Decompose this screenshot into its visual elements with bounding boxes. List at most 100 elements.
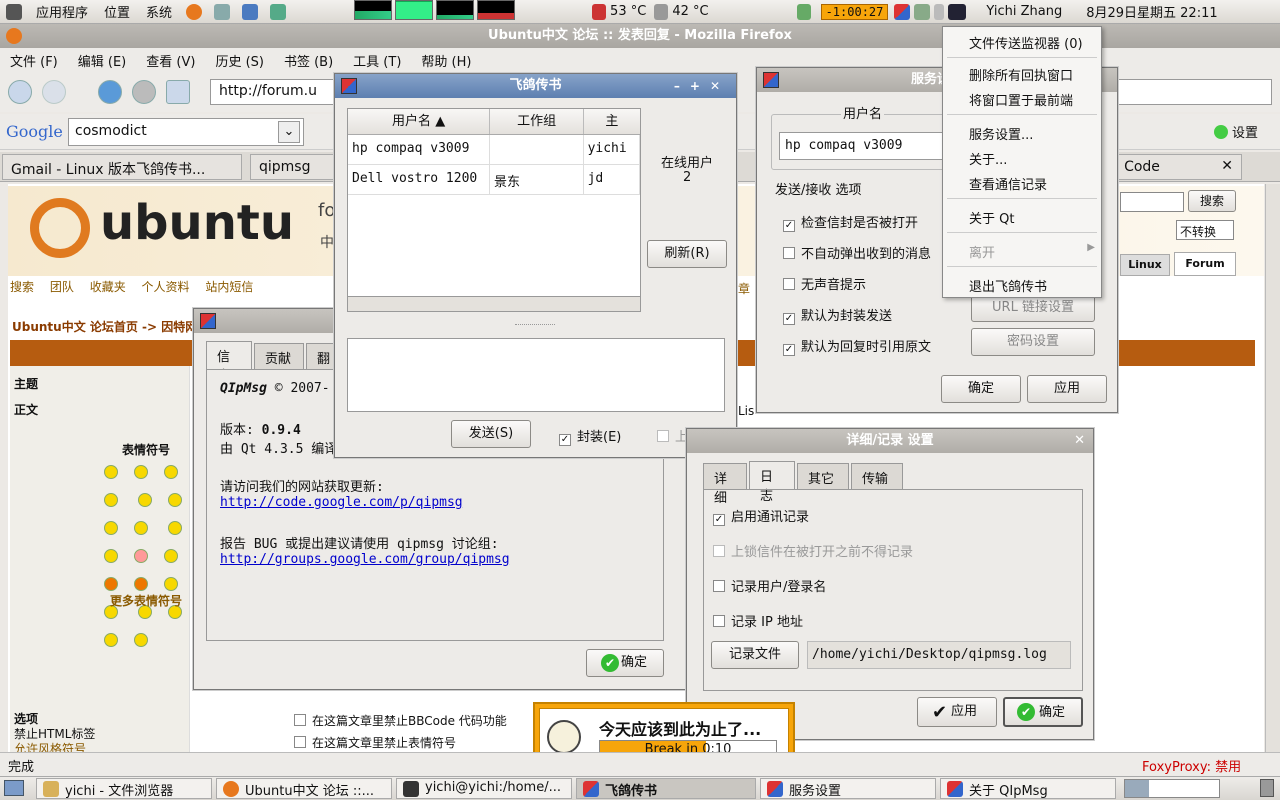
detail-apply-button[interactable]: ✔ 应用 xyxy=(917,697,997,727)
opt-bbcode[interactable]: 在这篇文章里禁止BBCode 代码功能 xyxy=(294,712,507,729)
more-emoticons-link[interactable]: 更多表情符号 xyxy=(110,592,182,609)
tab-code[interactable]: e Code ✕ xyxy=(1102,154,1242,180)
task-file-browser[interactable]: yichi - 文件浏览器 xyxy=(36,778,212,799)
stop-icon[interactable] xyxy=(132,80,156,104)
service-ok-button[interactable]: 确定 xyxy=(941,375,1021,403)
cool-icon[interactable] xyxy=(168,493,183,507)
log-path-input[interactable]: /home/yichi/Desktop/qipmsg.log xyxy=(807,641,1071,669)
service-option-checkbox[interactable]: ✓ xyxy=(783,313,795,325)
tab-log[interactable]: 日志 xyxy=(749,461,795,504)
menu-bring-front[interactable]: 将窗口置于最前端 xyxy=(969,90,1073,109)
trash-icon[interactable] xyxy=(1260,779,1274,797)
col-host[interactable]: 主 xyxy=(584,109,640,134)
task-firefox[interactable]: Ubuntu中文 论坛 ::... xyxy=(216,778,392,799)
site-tab-linux[interactable]: Linux xyxy=(1120,254,1170,276)
network-icon[interactable] xyxy=(914,3,931,20)
sad-icon[interactable] xyxy=(164,465,178,479)
razz-icon[interactable] xyxy=(104,549,118,563)
service-option-row[interactable]: 无声音提示 xyxy=(783,274,866,293)
url-settings-button[interactable]: URL 链接设置 xyxy=(971,294,1095,322)
clock[interactable]: 8月29日星期五 22:11 xyxy=(1086,2,1217,21)
embarrassed-icon[interactable] xyxy=(134,549,148,563)
seal-checkbox[interactable]: ✓ xyxy=(559,434,571,446)
about-url-code[interactable]: http://code.google.com/p/qipmsg xyxy=(220,495,463,510)
task-ipmsg[interactable]: 飞鸽传书 xyxy=(576,778,756,799)
service-option-checkbox[interactable] xyxy=(783,278,795,290)
forward-icon[interactable] xyxy=(42,80,66,104)
task-service-settings[interactable]: 服务设置 xyxy=(760,778,936,799)
service-option-checkbox[interactable]: ✓ xyxy=(783,344,795,356)
opt-smilies-checkbox[interactable] xyxy=(294,736,306,748)
urlbar-continuation[interactable] xyxy=(1102,79,1272,105)
show-desktop-icon[interactable] xyxy=(4,780,24,796)
service-option-row[interactable]: ✓ 默认为封装发送 xyxy=(783,305,892,325)
nav-messages[interactable]: 站内短信 xyxy=(205,280,253,294)
history-dropdown-icon[interactable] xyxy=(76,80,88,104)
menu-applications[interactable]: 应用程序 xyxy=(28,2,96,21)
menu-history[interactable]: 历史 (S) xyxy=(205,51,274,70)
password-settings-button[interactable]: 密码设置 xyxy=(971,328,1095,356)
log-ip-checkbox[interactable] xyxy=(713,615,725,627)
log-ip-row[interactable]: 记录 IP 地址 xyxy=(713,611,803,630)
site-search-input[interactable] xyxy=(1120,192,1184,212)
nav-team[interactable]: 团队 xyxy=(50,280,74,294)
foxyproxy-status[interactable]: FoxyProxy: 禁用 xyxy=(1142,756,1241,775)
menu-away[interactable]: 离开 xyxy=(969,242,995,261)
menu-about-qt[interactable]: 关于 Qt xyxy=(969,208,1014,227)
surprised-icon[interactable] xyxy=(104,493,118,507)
smile-icon[interactable] xyxy=(104,465,118,479)
user-table-hscroll[interactable] xyxy=(347,296,641,312)
idea-icon[interactable] xyxy=(104,633,118,647)
about-url-groups[interactable]: http://groups.google.com/group/qipmsg xyxy=(220,552,510,567)
send-button[interactable]: 发送(S) xyxy=(451,420,531,448)
ipmsg-titlebar[interactable]: 飞鸽传书 –+✕ xyxy=(335,74,736,98)
opt-bbcode-checkbox[interactable] xyxy=(294,714,306,726)
evil-icon[interactable] xyxy=(104,577,118,591)
detail-titlebar[interactable]: 详细/记录 设置 ✕ xyxy=(687,429,1093,453)
menu-places[interactable]: 位置 xyxy=(96,2,138,21)
url-input[interactable]: http://forum.u xyxy=(210,79,340,105)
home-icon[interactable] xyxy=(166,80,190,104)
firefox-launcher-icon[interactable] xyxy=(186,3,203,20)
service-option-row[interactable]: 不自动弹出收到的消息 xyxy=(783,243,931,262)
service-apply-button[interactable]: 应用 xyxy=(1027,375,1107,403)
ipmsg-tray-icon[interactable] xyxy=(894,3,911,20)
menu-view[interactable]: 查看 (V) xyxy=(136,51,205,70)
service-option-checkbox[interactable]: ✓ xyxy=(783,220,795,232)
site-search-button[interactable]: 搜索 xyxy=(1188,190,1236,212)
exit-icon[interactable] xyxy=(796,3,811,20)
google-settings[interactable]: 设置 xyxy=(1214,122,1258,141)
roll-icon[interactable] xyxy=(164,577,178,591)
menu-quit[interactable]: 退出飞鸽传书 xyxy=(969,276,1047,295)
tab-transfer[interactable]: 传输 xyxy=(851,463,903,489)
arrow-icon[interactable] xyxy=(134,633,148,647)
screenshot-launcher-icon[interactable] xyxy=(242,3,259,20)
opt-smilies[interactable]: 在这篇文章里禁止表情符号 xyxy=(294,734,456,751)
log-user-checkbox[interactable] xyxy=(713,580,725,592)
tab-gmail[interactable]: Gmail - Linux 版本飞鸽传书... xyxy=(2,154,242,180)
menu-about[interactable]: 关于... xyxy=(969,149,1007,168)
tab-other[interactable]: 其它 xyxy=(797,463,849,489)
workspace-switcher[interactable] xyxy=(1124,779,1220,798)
menu-help[interactable]: 帮助 (H) xyxy=(411,51,481,70)
ipmsg-window-buttons[interactable]: –+✕ xyxy=(674,74,730,98)
service-option-checkbox[interactable] xyxy=(783,247,795,259)
service-option-row[interactable]: ✓ 检查信封是否被打开 xyxy=(783,212,918,232)
log-user-row[interactable]: 记录用户/登录名 xyxy=(713,576,826,595)
cry-icon[interactable] xyxy=(164,549,178,563)
mad-icon[interactable] xyxy=(168,521,183,535)
camera-launcher-icon[interactable] xyxy=(214,3,231,20)
reload-icon[interactable] xyxy=(98,80,122,104)
nav-favorites[interactable]: 收藏夹 xyxy=(90,280,126,294)
table-row[interactable]: Dell vostro 1200 景东 jd xyxy=(348,165,640,195)
col-username[interactable]: 用户名 ▲ xyxy=(348,109,491,134)
menu-file-transfer-monitor[interactable]: 文件传送监视器 (0) xyxy=(969,33,1083,52)
menu-file[interactable]: 文件 (F) xyxy=(0,51,68,70)
break-timer[interactable]: -1:00:27 xyxy=(820,3,889,20)
tab-contributors[interactable]: 贡献 xyxy=(254,343,304,369)
shocked-icon[interactable] xyxy=(138,493,153,507)
locked-log-row[interactable]: 上锁信件在被打开之前不得记录 xyxy=(713,541,913,560)
grin-icon[interactable] xyxy=(134,465,148,479)
message-input[interactable] xyxy=(347,338,725,412)
about-ok-button[interactable]: ✔ 确定 xyxy=(586,649,664,677)
